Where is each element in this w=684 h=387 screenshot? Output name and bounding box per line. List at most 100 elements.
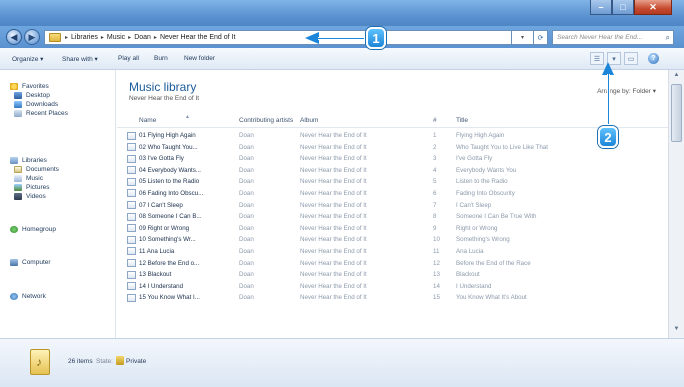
scroll-up-icon[interactable]: ▲: [671, 72, 682, 82]
address-dropdown-button[interactable]: ▾: [512, 30, 534, 45]
cell-album: Never Hear the End of It: [300, 201, 367, 209]
cell-artist: Doan: [239, 155, 254, 163]
minimize-button[interactable]: –: [590, 0, 612, 15]
cell-album: Never Hear the End of It: [300, 282, 367, 290]
table-row[interactable]: 10 Something's Wr... Doan Never Hear the E…: [117, 234, 668, 246]
new-folder-button[interactable]: New folder: [184, 55, 215, 62]
column-header-album[interactable]: Album: [300, 117, 318, 124]
refresh-icon[interactable]: ⟳: [534, 30, 548, 45]
share-with-button[interactable]: Share with ▾: [62, 55, 98, 63]
nav-label: Favorites: [22, 83, 49, 90]
music-file-icon: [127, 224, 136, 233]
arrange-by-dropdown[interactable]: Arrange by: Folder ▾: [597, 87, 656, 95]
music-file-icon: [127, 282, 136, 291]
nav-label: Homegroup: [22, 226, 56, 233]
callout-arrow-head: [305, 32, 319, 44]
vertical-scrollbar[interactable]: ▲ ▼: [668, 70, 684, 338]
cell-name: 10 Something's Wr...: [139, 236, 196, 244]
table-row[interactable]: 14 I Understand Doan Never Hear the End of…: [117, 281, 668, 293]
nav-pictures[interactable]: Pictures: [0, 183, 116, 192]
cell-title: I Understand: [456, 282, 492, 290]
search-placeholder: Search Never Hear the End...: [557, 34, 643, 41]
table-row[interactable]: 13 Blackout Doan Never Hear the End of It 1…: [117, 269, 668, 281]
homegroup-icon: [10, 226, 18, 233]
nav-downloads[interactable]: Downloads: [0, 100, 116, 109]
nav-label: Recent Places: [26, 110, 68, 117]
file-list-pane: Music library Never Hear the End of It A…: [117, 70, 668, 338]
nav-network[interactable]: Network: [0, 292, 116, 301]
table-row[interactable]: 15 You Know What I... Doan Never Hear the …: [117, 292, 668, 304]
back-button[interactable]: ◀: [6, 29, 22, 45]
table-row[interactable]: 07 I Can't Sleep Doan Never Hear the End o…: [117, 200, 668, 212]
table-row[interactable]: 09 Right or Wrong Doan Never Hear the End …: [117, 223, 668, 235]
callout-badge-1: 1: [366, 27, 386, 49]
table-row[interactable]: 11 Ana Lucia Doan Never Hear the End of It…: [117, 246, 668, 258]
star-icon: [10, 83, 18, 90]
close-button[interactable]: ✕: [634, 0, 672, 15]
recent-places-icon: [14, 110, 22, 117]
table-row[interactable]: 02 Who Taught You... Doan Never Hear the E…: [117, 142, 668, 154]
play-all-button[interactable]: Play all: [118, 55, 139, 62]
column-header-name[interactable]: Name: [139, 117, 156, 124]
nav-computer[interactable]: Computer: [0, 258, 116, 267]
table-row[interactable]: 04 Everybody Wants... Doan Never Hear the …: [117, 165, 668, 177]
scroll-thumb[interactable]: [671, 84, 682, 142]
details-pane: 26 items State: Private: [0, 338, 684, 387]
cell-number: 3: [433, 155, 437, 163]
cell-name: 06 Fading Into Obscu...: [139, 189, 204, 197]
burn-button[interactable]: Burn: [154, 55, 168, 62]
cell-artist: Doan: [239, 294, 254, 302]
chevron-right-icon: ▸: [128, 35, 132, 41]
organize-button[interactable]: Organize ▾: [12, 55, 43, 63]
breadcrumb-doan[interactable]: Doan: [134, 34, 151, 41]
view-buttons: ☰ ▾ ▭: [590, 52, 638, 65]
forward-button[interactable]: ▶: [24, 29, 40, 45]
column-header-number[interactable]: #: [433, 117, 437, 124]
nav-label: Desktop: [26, 92, 50, 99]
chevron-right-icon: ▸: [153, 35, 157, 41]
help-icon[interactable]: ?: [648, 53, 659, 64]
cell-artist: Doan: [239, 189, 254, 197]
scroll-down-icon[interactable]: ▼: [671, 326, 682, 336]
music-file-icon: [127, 259, 136, 268]
nav-music[interactable]: Music: [0, 174, 116, 183]
nav-recent-places[interactable]: Recent Places: [0, 109, 116, 118]
lock-icon: [116, 356, 124, 365]
maximize-button[interactable]: □: [612, 0, 634, 15]
table-row[interactable]: 12 Before the End o... Doan Never Hear the…: [117, 258, 668, 270]
cell-number: 7: [433, 201, 437, 209]
address-bar[interactable]: ▸ Libraries ▸ Music ▸ Doan ▸ Never Hear …: [44, 30, 512, 45]
music-file-icon: [127, 131, 136, 140]
item-count: 26 items: [68, 358, 93, 365]
table-row[interactable]: 05 Listen to the Radio Doan Never Hear the…: [117, 176, 668, 188]
cell-name: 14 I Understand: [139, 282, 184, 290]
breadcrumb-libraries[interactable]: Libraries: [71, 34, 98, 41]
music-file-icon: [127, 293, 136, 302]
column-header-artists[interactable]: Contributing artists: [239, 117, 293, 124]
nav-favorites[interactable]: Favorites: [0, 82, 116, 91]
search-input[interactable]: Search Never Hear the End... ⌕: [552, 30, 674, 45]
nav-label: Computer: [22, 259, 51, 266]
nav-libraries[interactable]: Libraries: [0, 156, 116, 165]
music-file-icon: [127, 270, 136, 279]
nav-videos[interactable]: Videos: [0, 192, 116, 201]
column-header-title[interactable]: Title: [456, 117, 468, 124]
music-file-icon: [127, 189, 136, 198]
table-row[interactable]: 06 Fading Into Obscu... Doan Never Hear th…: [117, 188, 668, 200]
nav-documents[interactable]: Documents: [0, 165, 116, 174]
cell-title: Before the End of the Race: [456, 259, 531, 267]
music-file-icon: [127, 154, 136, 163]
preview-pane-icon[interactable]: ▭: [624, 52, 638, 65]
cell-album: Never Hear the End of It: [300, 189, 367, 197]
table-row[interactable]: 08 Someone I Can B... Doan Never Hear the …: [117, 211, 668, 223]
nav-homegroup[interactable]: Homegroup: [0, 225, 116, 234]
breadcrumb-music[interactable]: Music: [107, 34, 125, 41]
callout-arrow-line: [318, 37, 364, 40]
music-folder-icon: [30, 349, 50, 375]
table-row[interactable]: 03 I've Gotta Fly Doan Never Hear the End …: [117, 153, 668, 165]
library-title: Music library: [129, 80, 197, 94]
nav-desktop[interactable]: Desktop: [0, 91, 116, 100]
table-row[interactable]: 01 Flying High Again Doan Never Hear the E…: [117, 130, 668, 142]
breadcrumb-album[interactable]: Never Hear the End of It: [160, 34, 235, 41]
cell-album: Never Hear the End of It: [300, 271, 367, 279]
